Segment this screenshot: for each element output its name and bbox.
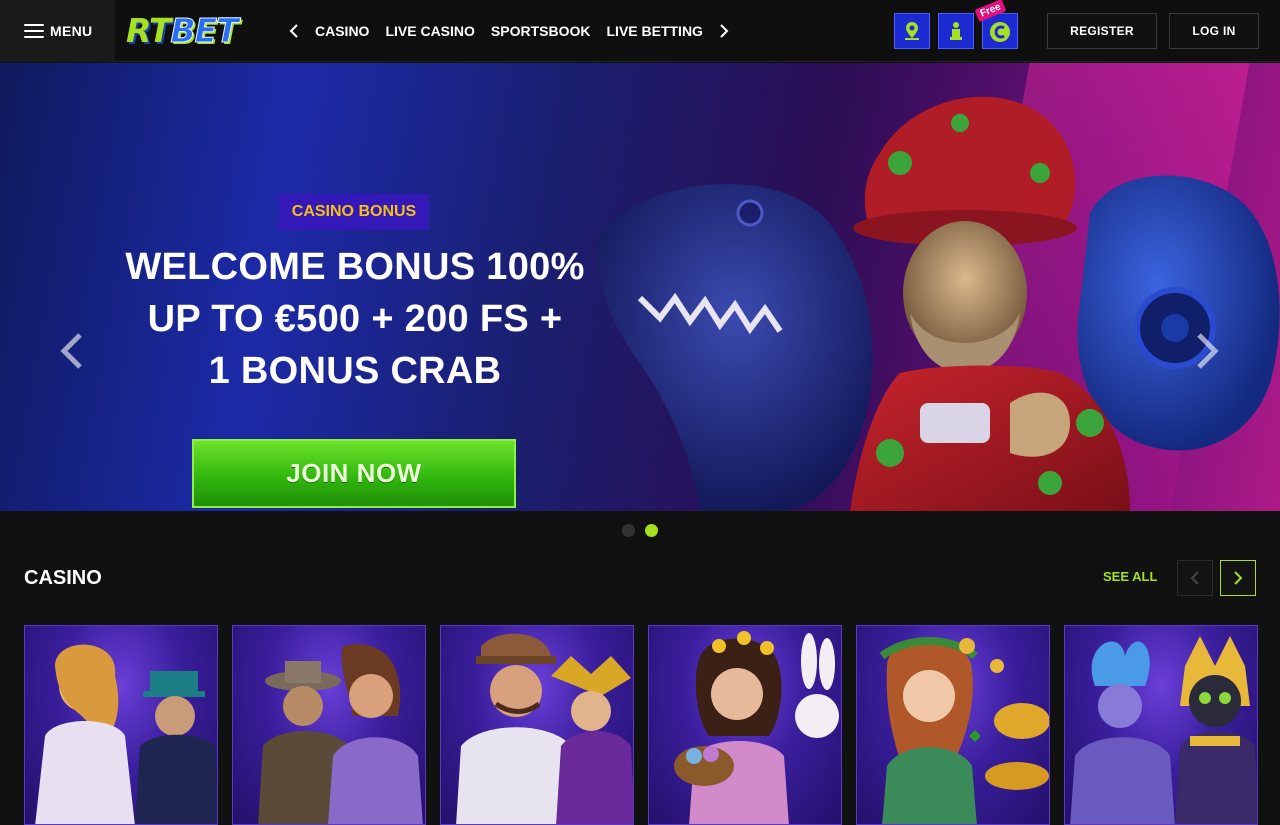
nav-item-live-betting[interactable]: LIVE BETTING: [607, 23, 703, 39]
goddess-magician-game-card[interactable]: [24, 625, 218, 825]
casino-prev-button[interactable]: [1177, 560, 1213, 596]
join-now-button[interactable]: JOIN NOW: [192, 439, 516, 508]
casino-bonus-badge: CASINO BONUS: [279, 194, 429, 230]
headline-line-3: 1 BONUS CRAB: [208, 350, 502, 392]
easter-bunny-game-card[interactable]: [648, 625, 842, 825]
top-header: MENU RT BET CASINO LIVE CASINO SPORTSBOOK…: [0, 0, 1280, 62]
nav-next-button[interactable]: [713, 20, 735, 42]
detective-jester-game-card[interactable]: [440, 625, 634, 825]
chevron-right-icon: [1234, 571, 1243, 585]
menu-label: MENU: [50, 23, 93, 39]
explorers-game-card[interactable]: [232, 625, 426, 825]
hamburger-icon: [24, 24, 44, 38]
carousel-dots: [0, 524, 1280, 537]
egyptian-cat-game-card[interactable]: [1064, 625, 1258, 825]
hero-next-button[interactable]: [1195, 331, 1221, 371]
casino-game-cards: [24, 625, 1258, 825]
register-button[interactable]: REGISTER: [1047, 13, 1157, 49]
chevron-left-icon: [60, 333, 82, 369]
irish-fortune-game-card[interactable]: [856, 625, 1050, 825]
casino-section-title: CASINO: [24, 567, 102, 589]
hero-prev-button[interactable]: [58, 331, 84, 371]
see-all-link[interactable]: SEE ALL: [1103, 569, 1157, 584]
chevron-right-icon: [720, 24, 729, 38]
carousel-dot-1[interactable]: [622, 524, 635, 537]
headline-line-2: UP TO €500 + 200 FS +: [147, 298, 563, 340]
hero-banner[interactable]: CASINO BONUS WELCOME BONUS 100% UP TO €5…: [0, 63, 1280, 511]
nav-item-sportsbook[interactable]: SPORTSBOOK: [491, 23, 591, 39]
chevron-left-icon: [289, 24, 298, 38]
logo-part-rt: RT: [126, 10, 171, 50]
login-button[interactable]: LOG IN: [1169, 13, 1259, 49]
headline-line-1: WELCOME BONUS 100%: [125, 246, 585, 288]
location-icon[interactable]: [894, 13, 930, 49]
chevron-right-icon: [1197, 333, 1219, 369]
nav-item-live-casino[interactable]: LIVE CASINO: [385, 23, 474, 39]
logo-part-bet: BET: [170, 10, 239, 50]
main-nav: CASINO LIVE CASINO SPORTSBOOK LIVE BETTI…: [283, 0, 735, 62]
nav-item-casino[interactable]: CASINO: [315, 23, 369, 39]
support-agent-icon[interactable]: [938, 13, 974, 49]
chevron-left-icon: [1190, 571, 1199, 585]
hero-headline: WELCOME BONUS 100% UP TO €500 + 200 FS +…: [100, 241, 610, 397]
carousel-dot-2[interactable]: [645, 524, 658, 537]
nav-prev-button[interactable]: [283, 20, 305, 42]
menu-button[interactable]: MENU: [0, 0, 115, 62]
casino-next-button[interactable]: [1220, 560, 1256, 596]
site-logo[interactable]: RT BET: [126, 10, 239, 50]
